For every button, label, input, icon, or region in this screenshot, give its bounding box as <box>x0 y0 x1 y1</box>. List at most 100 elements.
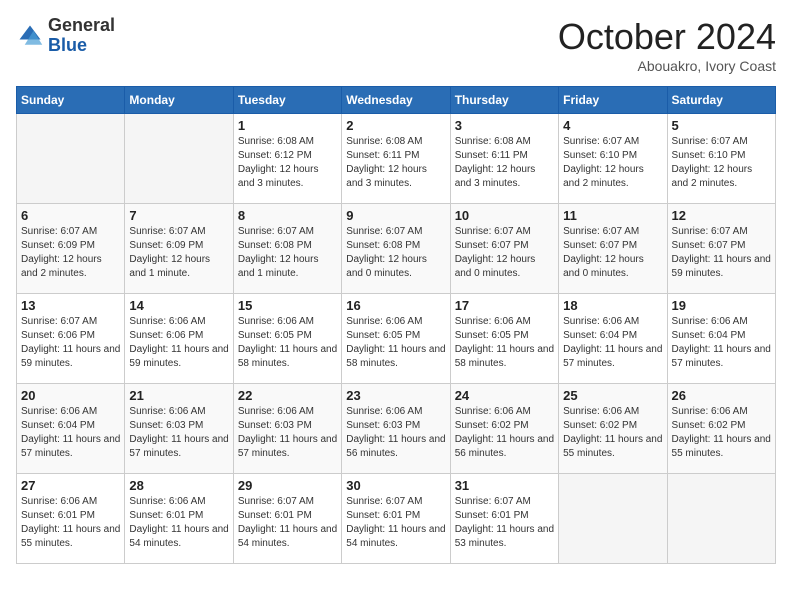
day-number: 12 <box>672 208 771 223</box>
day-info: Sunrise: 6:06 AM Sunset: 6:05 PM Dayligh… <box>346 315 445 371</box>
page-header: General Blue October 2024 Abouakro, Ivor… <box>16 16 776 74</box>
day-number: 27 <box>21 478 120 493</box>
month-title: October 2024 <box>558 16 776 58</box>
day-info: Sunrise: 6:07 AM Sunset: 6:10 PM Dayligh… <box>672 135 771 191</box>
calendar-cell: 7 Sunrise: 6:07 AM Sunset: 6:09 PM Daylig… <box>125 204 233 294</box>
day-info: Sunrise: 6:06 AM Sunset: 6:04 PM Dayligh… <box>672 315 771 371</box>
day-number: 10 <box>455 208 554 223</box>
day-info: Sunrise: 6:07 AM Sunset: 6:01 PM Dayligh… <box>455 495 554 551</box>
day-info: Sunrise: 6:06 AM Sunset: 6:02 PM Dayligh… <box>672 405 771 461</box>
day-info: Sunrise: 6:08 AM Sunset: 6:11 PM Dayligh… <box>455 135 554 191</box>
logo-blue: Blue <box>48 35 87 55</box>
calendar-cell: 8Sunrise: 6:07 AM Sunset: 6:08 PM Daylig… <box>233 204 341 294</box>
calendar-cell: 1 Sunrise: 6:08 AM Sunset: 6:12 PM Daylig… <box>233 114 341 204</box>
day-number: 25 <box>563 388 662 403</box>
calendar-cell: 15 Sunrise: 6:06 AM Sunset: 6:05 PM Dayli… <box>233 294 341 384</box>
column-header-sunday: Sunday <box>17 87 125 114</box>
calendar-cell: 26 Sunrise: 6:06 AM Sunset: 6:02 PM Dayli… <box>667 384 775 474</box>
day-number: 16 <box>346 298 445 313</box>
day-info: Sunrise: 6:06 AM Sunset: 6:05 PM Dayligh… <box>238 315 337 371</box>
logo-text: General Blue <box>48 16 115 56</box>
day-number: 30 <box>346 478 445 493</box>
calendar-cell: 3 Sunrise: 6:08 AM Sunset: 6:11 PM Daylig… <box>450 114 558 204</box>
day-info: Sunrise: 6:07 AM Sunset: 6:09 PM Dayligh… <box>21 225 120 281</box>
calendar-cell: 4 Sunrise: 6:07 AM Sunset: 6:10 PM Daylig… <box>559 114 667 204</box>
day-info: Sunrise: 6:07 AM Sunset: 6:08 PM Dayligh… <box>346 225 445 281</box>
calendar-cell: 22 Sunrise: 6:06 AM Sunset: 6:03 PM Dayli… <box>233 384 341 474</box>
calendar-week-row: 1 Sunrise: 6:08 AM Sunset: 6:12 PM Daylig… <box>17 114 776 204</box>
day-number: 9 <box>346 208 445 223</box>
day-info: Sunrise: 6:07 AM Sunset: 6:06 PM Dayligh… <box>21 315 120 371</box>
logo: General Blue <box>16 16 115 56</box>
calendar-cell <box>125 114 233 204</box>
day-number: 8 <box>238 208 337 223</box>
day-number: 5 <box>672 118 771 133</box>
column-header-tuesday: Tuesday <box>233 87 341 114</box>
day-number: 22 <box>238 388 337 403</box>
calendar-cell <box>559 474 667 564</box>
calendar-cell <box>667 474 775 564</box>
day-number: 18 <box>563 298 662 313</box>
column-header-saturday: Saturday <box>667 87 775 114</box>
day-number: 3 <box>455 118 554 133</box>
calendar-cell: 28Sunrise: 6:06 AM Sunset: 6:01 PM Dayli… <box>125 474 233 564</box>
day-info: Sunrise: 6:06 AM Sunset: 6:06 PM Dayligh… <box>129 315 228 371</box>
day-number: 19 <box>672 298 771 313</box>
day-info: Sunrise: 6:07 AM Sunset: 6:10 PM Dayligh… <box>563 135 662 191</box>
calendar-week-row: 20 Sunrise: 6:06 AM Sunset: 6:04 PM Dayli… <box>17 384 776 474</box>
calendar-cell: 16 Sunrise: 6:06 AM Sunset: 6:05 PM Dayli… <box>342 294 450 384</box>
day-number: 13 <box>21 298 120 313</box>
day-number: 4 <box>563 118 662 133</box>
calendar-cell: 9 Sunrise: 6:07 AM Sunset: 6:08 PM Daylig… <box>342 204 450 294</box>
logo-icon <box>16 22 44 50</box>
calendar-cell: 12Sunrise: 6:07 AM Sunset: 6:07 PM Dayli… <box>667 204 775 294</box>
day-info: Sunrise: 6:06 AM Sunset: 6:02 PM Dayligh… <box>563 405 662 461</box>
calendar-cell: 10Sunrise: 6:07 AM Sunset: 6:07 PM Dayli… <box>450 204 558 294</box>
calendar-cell: 20 Sunrise: 6:06 AM Sunset: 6:04 PM Dayli… <box>17 384 125 474</box>
day-number: 24 <box>455 388 554 403</box>
day-number: 1 <box>238 118 337 133</box>
day-info: Sunrise: 6:08 AM Sunset: 6:11 PM Dayligh… <box>346 135 445 191</box>
location-subtitle: Abouakro, Ivory Coast <box>558 58 776 74</box>
day-number: 6 <box>21 208 120 223</box>
day-number: 31 <box>455 478 554 493</box>
day-number: 15 <box>238 298 337 313</box>
day-info: Sunrise: 6:06 AM Sunset: 6:04 PM Dayligh… <box>21 405 120 461</box>
title-block: October 2024 Abouakro, Ivory Coast <box>558 16 776 74</box>
calendar-cell: 14Sunrise: 6:06 AM Sunset: 6:06 PM Dayli… <box>125 294 233 384</box>
day-number: 21 <box>129 388 228 403</box>
column-header-friday: Friday <box>559 87 667 114</box>
calendar-cell: 13 Sunrise: 6:07 AM Sunset: 6:06 PM Dayli… <box>17 294 125 384</box>
calendar-cell: 5 Sunrise: 6:07 AM Sunset: 6:10 PM Daylig… <box>667 114 775 204</box>
column-header-wednesday: Wednesday <box>342 87 450 114</box>
day-info: Sunrise: 6:08 AM Sunset: 6:12 PM Dayligh… <box>238 135 337 191</box>
calendar-cell: 23Sunrise: 6:06 AM Sunset: 6:03 PM Dayli… <box>342 384 450 474</box>
calendar-week-row: 6 Sunrise: 6:07 AM Sunset: 6:09 PM Daylig… <box>17 204 776 294</box>
calendar-cell: 18 Sunrise: 6:06 AM Sunset: 6:04 PM Dayli… <box>559 294 667 384</box>
calendar-table: SundayMondayTuesdayWednesdayThursdayFrid… <box>16 86 776 564</box>
calendar-cell: 24Sunrise: 6:06 AM Sunset: 6:02 PM Dayli… <box>450 384 558 474</box>
day-info: Sunrise: 6:06 AM Sunset: 6:01 PM Dayligh… <box>21 495 120 551</box>
day-info: Sunrise: 6:06 AM Sunset: 6:04 PM Dayligh… <box>563 315 662 371</box>
day-info: Sunrise: 6:06 AM Sunset: 6:03 PM Dayligh… <box>238 405 337 461</box>
calendar-cell: 31 Sunrise: 6:07 AM Sunset: 6:01 PM Dayli… <box>450 474 558 564</box>
day-info: Sunrise: 6:07 AM Sunset: 6:01 PM Dayligh… <box>346 495 445 551</box>
day-info: Sunrise: 6:07 AM Sunset: 6:01 PM Dayligh… <box>238 495 337 551</box>
calendar-cell: 30 Sunrise: 6:07 AM Sunset: 6:01 PM Dayli… <box>342 474 450 564</box>
day-info: Sunrise: 6:06 AM Sunset: 6:03 PM Dayligh… <box>129 405 228 461</box>
day-number: 26 <box>672 388 771 403</box>
calendar-cell: 2 Sunrise: 6:08 AM Sunset: 6:11 PM Daylig… <box>342 114 450 204</box>
calendar-cell <box>17 114 125 204</box>
day-info: Sunrise: 6:06 AM Sunset: 6:03 PM Dayligh… <box>346 405 445 461</box>
day-info: Sunrise: 6:06 AM Sunset: 6:01 PM Dayligh… <box>129 495 228 551</box>
calendar-cell: 6 Sunrise: 6:07 AM Sunset: 6:09 PM Daylig… <box>17 204 125 294</box>
calendar-cell: 29Sunrise: 6:07 AM Sunset: 6:01 PM Dayli… <box>233 474 341 564</box>
day-number: 20 <box>21 388 120 403</box>
day-number: 7 <box>129 208 228 223</box>
calendar-cell: 19 Sunrise: 6:06 AM Sunset: 6:04 PM Dayli… <box>667 294 775 384</box>
day-info: Sunrise: 6:07 AM Sunset: 6:09 PM Dayligh… <box>129 225 228 281</box>
calendar-cell: 21 Sunrise: 6:06 AM Sunset: 6:03 PM Dayli… <box>125 384 233 474</box>
calendar-week-row: 13 Sunrise: 6:07 AM Sunset: 6:06 PM Dayli… <box>17 294 776 384</box>
day-number: 2 <box>346 118 445 133</box>
day-info: Sunrise: 6:06 AM Sunset: 6:05 PM Dayligh… <box>455 315 554 371</box>
